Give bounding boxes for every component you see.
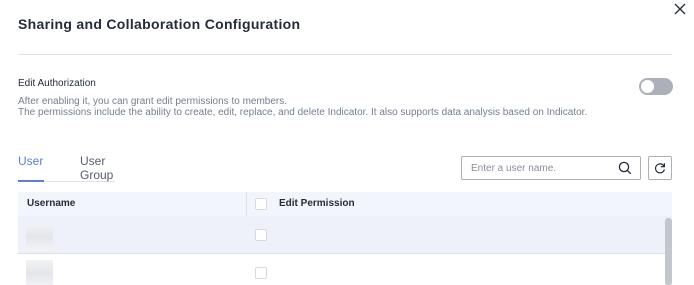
dialog-title: Sharing and Collaboration Configuration [18,16,301,32]
close-icon[interactable] [672,1,688,17]
username-cell [26,224,53,251]
toggle-knob [641,80,654,93]
search-icon[interactable] [618,161,632,175]
user-tabs: User User Group [18,152,115,182]
search-input[interactable] [462,157,612,179]
column-header-username: Username [27,198,76,209]
edit-authorization-toggle[interactable] [639,78,673,95]
tab-user-group[interactable]: User Group [80,154,115,182]
refresh-button[interactable] [648,156,672,180]
title-divider [18,54,672,55]
search-box [461,156,641,180]
description-line-1: After enabling it, you can grant edit pe… [18,96,288,107]
user-permission-table: Username Edit Permission [18,192,672,285]
edit-authorization-description: After enabling it, you can grant edit pe… [18,96,587,118]
edit-permission-checkbox[interactable] [255,229,267,241]
column-divider [246,192,247,216]
sharing-collaboration-dialog: Sharing and Collaboration Configuration … [0,0,694,285]
select-all-checkbox[interactable] [255,198,267,210]
table-row[interactable] [18,216,672,254]
username-cell [26,260,53,285]
description-line-2: The permissions include the ability to c… [18,107,588,118]
refresh-icon [654,163,665,174]
edit-authorization-label: Edit Authorization [18,78,96,89]
column-header-edit-permission: Edit Permission [279,198,355,209]
edit-permission-checkbox[interactable] [255,267,267,279]
tab-user[interactable]: User [18,154,45,182]
table-header: Username Edit Permission [18,192,672,216]
table-row[interactable] [18,254,672,285]
scrollbar-thumb[interactable] [665,218,672,285]
